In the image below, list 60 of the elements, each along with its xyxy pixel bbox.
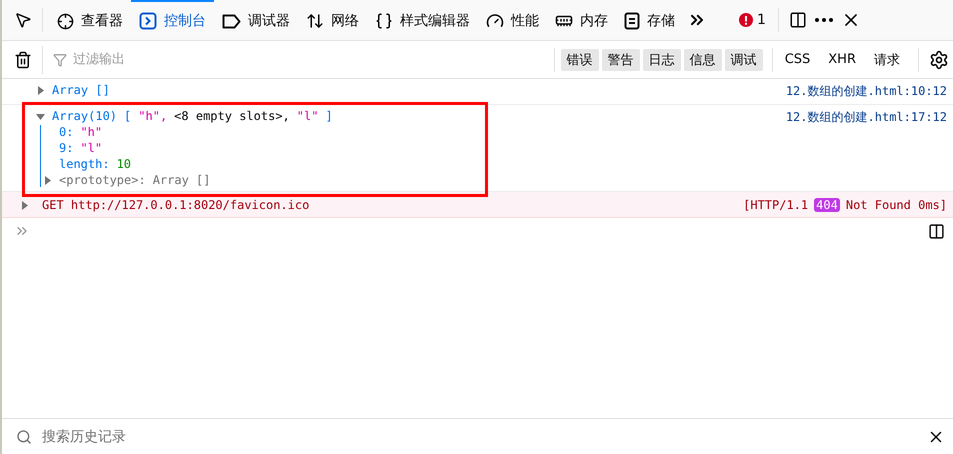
error-count-button[interactable]: 1 bbox=[733, 11, 772, 29]
property-key: 0: bbox=[59, 125, 74, 139]
error-icon bbox=[739, 13, 753, 27]
request-type-toggle[interactable]: 请求 bbox=[868, 48, 906, 70]
property-value: 10 bbox=[116, 157, 132, 171]
devtools-tab[interactable]: 调试器 bbox=[214, 0, 298, 40]
filter-icon bbox=[53, 52, 67, 66]
gauge-icon bbox=[486, 12, 504, 30]
object-preview-text: ] bbox=[325, 109, 333, 123]
search-history-field[interactable]: 搜索历史记录 bbox=[40, 428, 915, 446]
log-level-toggle[interactable]: 信息 bbox=[684, 48, 722, 70]
source-link[interactable]: 12.数组的创建.html:10:12 bbox=[786, 83, 947, 100]
log-level-toggle[interactable]: 调试 bbox=[724, 48, 763, 70]
status-badge: 404 bbox=[814, 198, 840, 212]
devtools-tab[interactable]: 网络 bbox=[298, 0, 367, 40]
collapsed-triangle-icon[interactable] bbox=[36, 86, 45, 95]
request-text: GET http://127.0.0.1:8020/favicon.ico bbox=[42, 198, 310, 212]
status-text: Not Found 0ms] bbox=[846, 198, 947, 212]
pointer-icon bbox=[14, 11, 32, 29]
collapsed-triangle-icon[interactable] bbox=[43, 176, 52, 184]
log-level-toggle[interactable]: 错误 bbox=[560, 48, 599, 70]
devtools-tab[interactable]: 内存 bbox=[547, 0, 616, 40]
trash-icon bbox=[14, 50, 32, 68]
collapsed-triangle-icon[interactable] bbox=[20, 201, 29, 210]
tag-icon bbox=[222, 14, 241, 28]
request-type-toggle[interactable]: CSS bbox=[778, 50, 816, 69]
property-key: 9: bbox=[59, 141, 74, 155]
source-link[interactable]: 12.数组的创建.html:17:12 bbox=[786, 109, 947, 126]
devtools-tab[interactable]: 查看器 bbox=[49, 0, 131, 40]
split-panel-icon bbox=[788, 11, 807, 29]
object-preview-text: Array(10) bbox=[52, 109, 118, 123]
property-key: length: bbox=[59, 157, 110, 171]
property-value: "l" bbox=[80, 141, 102, 155]
arrows-up-down-icon bbox=[306, 12, 324, 30]
devtools-tab[interactable]: 控制台 bbox=[131, 0, 214, 40]
log-level-toggle[interactable]: 警告 bbox=[602, 48, 640, 70]
split-panel-icon bbox=[928, 222, 945, 240]
braces-icon bbox=[375, 12, 393, 30]
settings-icon bbox=[929, 50, 949, 70]
crosshair-icon bbox=[57, 12, 74, 30]
storage-icon bbox=[624, 12, 640, 30]
devtools-tab[interactable]: 存储 bbox=[616, 0, 683, 40]
log-output: Array [] bbox=[52, 83, 110, 97]
protocol-text: [HTTP/1.1 bbox=[743, 198, 808, 212]
request-type-toggle[interactable]: XHR bbox=[822, 50, 862, 69]
ellipsis-icon bbox=[814, 18, 833, 22]
console-icon bbox=[139, 12, 157, 30]
object-preview-text: <8 empty slots>, bbox=[174, 109, 290, 123]
devtools-tab[interactable]: 性能 bbox=[478, 0, 547, 40]
filter-field[interactable]: 过滤输出 bbox=[71, 51, 548, 68]
property-value: Array [] bbox=[152, 173, 210, 187]
log-level-toggle[interactable]: 日志 bbox=[642, 48, 681, 70]
devtools-tab[interactable]: 样式编辑器 bbox=[367, 0, 478, 40]
property-key: <prototype>: bbox=[59, 173, 146, 187]
search-icon bbox=[16, 428, 32, 444]
property-value: "h" bbox=[80, 125, 102, 139]
expanded-triangle-icon[interactable] bbox=[36, 112, 45, 121]
object-preview-text: "l" bbox=[296, 109, 318, 123]
object-preview-text: "h", bbox=[138, 109, 168, 123]
object-preview-text: [ bbox=[124, 109, 132, 123]
